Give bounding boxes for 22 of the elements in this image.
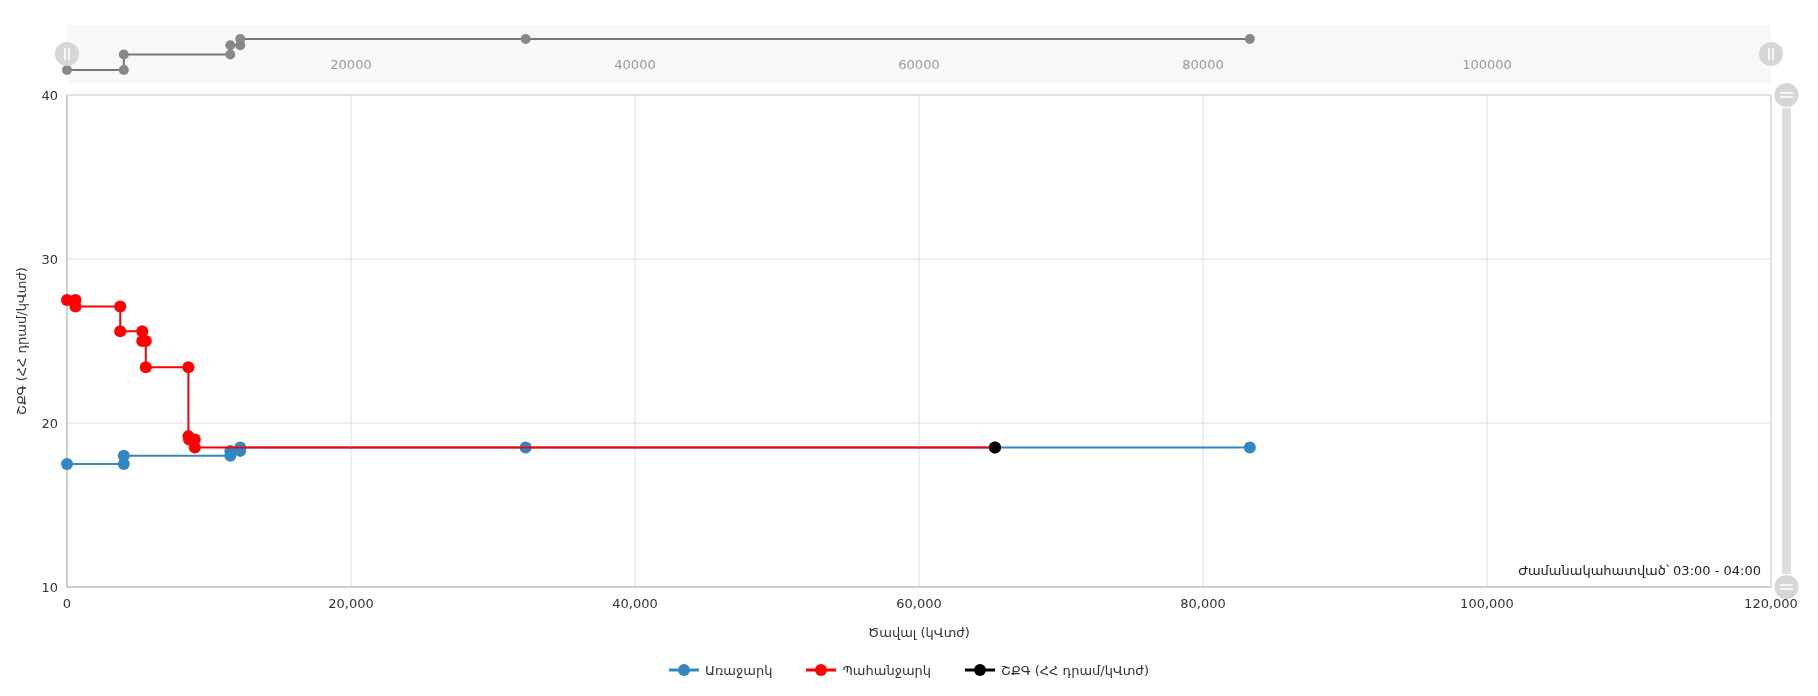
y-axis-label: 40 bbox=[41, 88, 58, 103]
zoom-axis-label: 40000 bbox=[614, 57, 656, 72]
period-note: Ժամանակահատված՝ 03:00 - 04:00 bbox=[1518, 563, 1761, 578]
y-axis-label: 20 bbox=[41, 416, 58, 431]
x-axis-label: 60,000 bbox=[896, 596, 942, 611]
zoom-axis-label: 80000 bbox=[1182, 57, 1224, 72]
x-axis-label: 100,000 bbox=[1460, 596, 1514, 611]
legend-label: Առաջարկ bbox=[705, 662, 773, 678]
legend-label: Պահանջարկ bbox=[842, 662, 932, 678]
zoom-axis-label: 100000 bbox=[1462, 57, 1512, 72]
y-axis-title: ՇՔԳ (ՀՀ դրամ/կՎտժ) bbox=[14, 267, 29, 415]
x-axis-label: 120,000 bbox=[1744, 596, 1798, 611]
x-axis-label: 80,000 bbox=[1180, 596, 1226, 611]
y-axis-label: 30 bbox=[41, 252, 58, 267]
y-axis-label: 10 bbox=[41, 580, 58, 595]
x-axis-label: 20,000 bbox=[328, 596, 374, 611]
zoom-axis-label: 20000 bbox=[330, 57, 372, 72]
x-axis-title: Ծավալ (կՎտժ) bbox=[868, 625, 970, 640]
x-axis-label: 0 bbox=[62, 596, 72, 611]
zoom-axis-label: 60000 bbox=[898, 57, 940, 72]
legend-label: ՇՔԳ (ՀՀ դրամ/կՎտժ) bbox=[1001, 662, 1149, 678]
x-axis-label: 40,000 bbox=[612, 596, 658, 611]
